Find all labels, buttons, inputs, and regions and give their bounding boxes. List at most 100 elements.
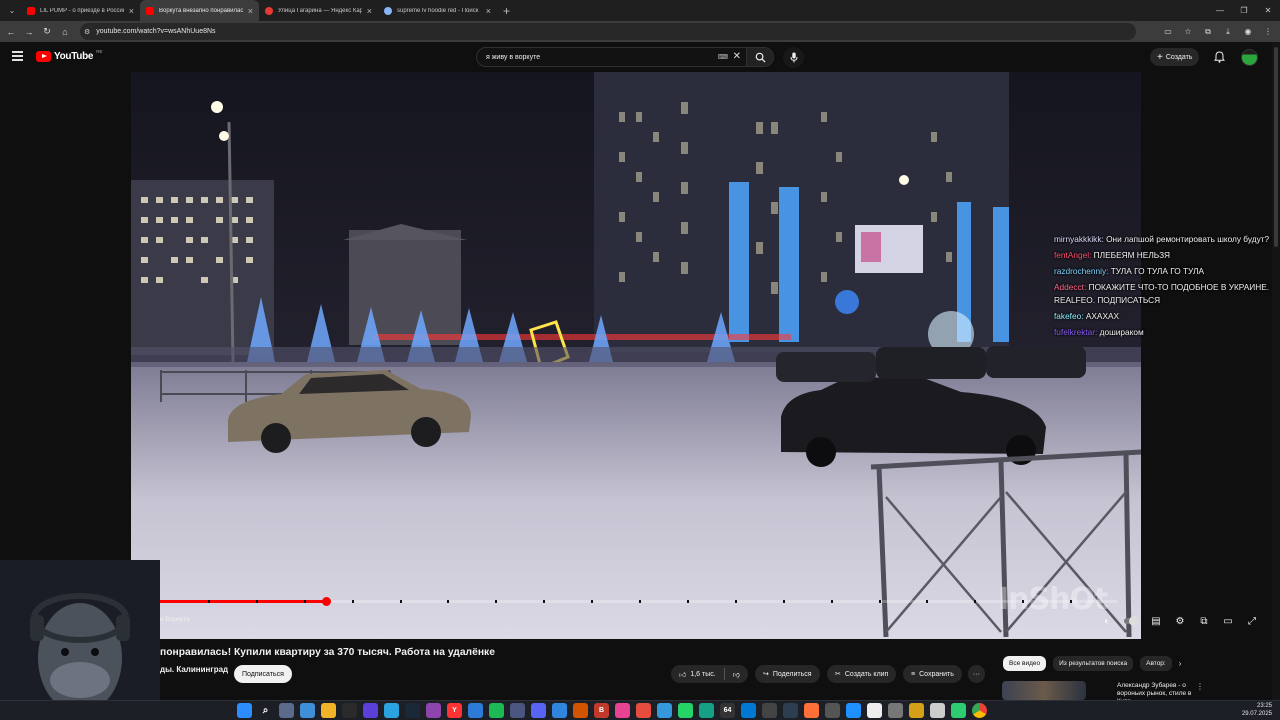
site-info-icon[interactable]: ⚙ (84, 28, 90, 36)
task-view-icon[interactable] (279, 703, 294, 718)
app-icon[interactable] (846, 703, 861, 718)
menu-hamburger-icon[interactable] (12, 51, 23, 61)
page-scrollbar[interactable] (1272, 42, 1280, 702)
forward-icon[interactable]: → (20, 27, 38, 37)
app-icon[interactable] (951, 703, 966, 718)
app-icon[interactable] (699, 703, 714, 718)
keyboard-icon[interactable]: ⌨ (718, 53, 728, 61)
chip-author[interactable]: Автор: (1140, 656, 1172, 671)
app-icon[interactable] (426, 703, 441, 718)
home-icon[interactable]: ⌂ (56, 27, 74, 37)
address-bar[interactable]: ⚙ youtube.com/watch?v=wsANhUue8Ns (80, 23, 1136, 40)
search-icon[interactable]: ⌕ (258, 703, 273, 718)
discord-icon[interactable] (531, 703, 546, 718)
minimize-icon[interactable]: — (1208, 0, 1232, 21)
app-icon[interactable] (909, 703, 924, 718)
search-input[interactable]: я живу в воркуте ⌨ ✕ (476, 47, 747, 67)
tab-close-icon[interactable]: × (367, 6, 372, 16)
thumbs-down-icon[interactable]: 👎︎ (733, 670, 740, 679)
share-button[interactable]: ↪ Поделиться (755, 665, 820, 683)
volume-icon[interactable]: ◖ (1098, 613, 1114, 629)
widgets-icon[interactable] (300, 703, 315, 718)
theater-mode-icon[interactable]: ▭ (1220, 613, 1236, 629)
telegram-icon[interactable] (384, 703, 399, 718)
search-query-text[interactable]: я живу в воркуте (486, 54, 540, 61)
tab-close-icon[interactable]: × (129, 6, 134, 16)
chevron-right-icon[interactable]: › (1179, 656, 1182, 671)
chrome-icon[interactable] (972, 703, 987, 718)
app-icon[interactable] (363, 703, 378, 718)
chip-from-search[interactable]: Из результатов поиска (1053, 656, 1134, 671)
subscribe-button[interactable]: Подписаться (234, 665, 292, 683)
fullscreen-icon[interactable]: ⤢ (1244, 613, 1260, 629)
browser-tab[interactable]: supreme lv hoodie red - Поиск × (378, 0, 497, 21)
create-clip-button[interactable]: ✂ Создать клип (827, 665, 897, 683)
close-window-icon[interactable]: ✕ (1256, 0, 1280, 21)
tab-close-icon[interactable]: × (486, 6, 491, 16)
browser-tab[interactable]: Улица Гагарина — Яндекс Карты × (259, 0, 378, 21)
tab-search-chevron-icon[interactable]: ⌄ (3, 2, 21, 20)
app-icon[interactable] (342, 703, 357, 718)
recommended-thumbnail[interactable] (1002, 681, 1086, 700)
app-icon[interactable]: B (594, 703, 609, 718)
app-icon[interactable] (636, 703, 651, 718)
autoplay-toggle[interactable] (1122, 613, 1140, 629)
back-icon[interactable]: ← (2, 27, 20, 37)
restore-icon[interactable]: ❐ (1232, 0, 1256, 21)
account-avatar[interactable] (1241, 49, 1258, 66)
subtitles-icon[interactable]: ▤ (1148, 613, 1164, 629)
scrollbar-thumb[interactable] (1274, 47, 1278, 247)
search-button[interactable] (747, 47, 774, 67)
app-icon[interactable] (510, 703, 525, 718)
url-text[interactable]: youtube.com/watch?v=wsANhUue8Ns (96, 28, 215, 35)
app-icon[interactable] (573, 703, 588, 718)
menu-dots-icon[interactable]: ⋮ (1262, 27, 1274, 36)
app-icon[interactable] (888, 703, 903, 718)
profile-icon[interactable]: ◉ (1242, 27, 1254, 36)
app-icon[interactable] (615, 703, 630, 718)
progress-bar[interactable] (160, 597, 1118, 606)
spotify-icon[interactable] (489, 703, 504, 718)
yandex-browser-icon[interactable]: Y (447, 703, 462, 718)
app-icon[interactable]: 64 (720, 703, 735, 718)
steam-icon[interactable] (405, 703, 420, 718)
whatsapp-icon[interactable] (678, 703, 693, 718)
cast-icon[interactable]: ▭ (1162, 27, 1174, 36)
app-icon[interactable] (930, 703, 945, 718)
channel-name[interactable]: ды. Калининград (160, 665, 228, 674)
downloads-icon[interactable]: ⤓ (1222, 27, 1234, 37)
app-icon[interactable] (468, 703, 483, 718)
vscode-icon[interactable] (741, 703, 756, 718)
chapter-title[interactable]: и Воркута (160, 616, 190, 623)
browser-tab-active[interactable]: Воркута внезапно понравилась × (140, 0, 259, 21)
windows-start-icon[interactable] (237, 703, 252, 718)
chip-all-videos[interactable]: Все видео (1003, 656, 1047, 671)
app-icon[interactable] (657, 703, 672, 718)
extensions-icon[interactable]: ⧉ (1202, 27, 1214, 37)
tab-close-icon[interactable]: × (248, 6, 253, 16)
like-count[interactable]: 1,6 тыс. (690, 671, 715, 678)
app-icon[interactable] (825, 703, 840, 718)
miniplayer-icon[interactable]: ⧉ (1196, 613, 1212, 629)
firefox-icon[interactable] (804, 703, 819, 718)
app-icon[interactable] (783, 703, 798, 718)
more-actions-button[interactable]: ··· (968, 665, 985, 683)
new-tab-button[interactable]: + (503, 4, 510, 18)
video-player[interactable] (131, 72, 1141, 639)
clear-search-icon[interactable]: ✕ (733, 51, 741, 62)
taskbar-clock[interactable]: 23:25 29.07.2025 (1242, 703, 1272, 718)
browser-tab[interactable]: LIL PUMP - о приезде в Россию × (21, 0, 140, 21)
app-icon[interactable] (552, 703, 567, 718)
app-icon[interactable] (762, 703, 777, 718)
app-icon[interactable] (867, 703, 882, 718)
reload-icon[interactable]: ↻ (38, 26, 56, 37)
bookmark-star-icon[interactable]: ☆ (1182, 27, 1194, 36)
create-button[interactable]: + Создать (1150, 48, 1200, 66)
youtube-logo[interactable]: YouTube RE (36, 49, 102, 62)
thumbs-up-icon[interactable]: 👍︎ (679, 670, 686, 679)
recommended-more-icon[interactable]: ⋮ (1196, 682, 1204, 691)
progress-scrubber[interactable] (321, 597, 331, 606)
settings-gear-icon[interactable]: ⚙ (1172, 613, 1188, 629)
notifications-bell-icon[interactable] (1214, 51, 1225, 63)
voice-search-button[interactable] (783, 47, 804, 68)
